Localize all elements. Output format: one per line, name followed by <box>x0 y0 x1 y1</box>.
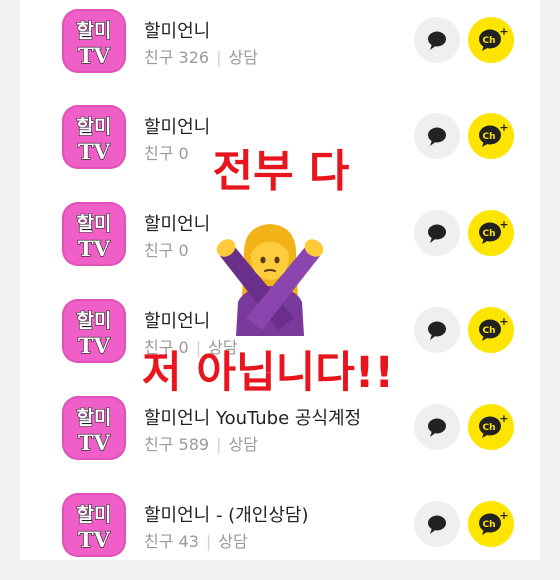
svg-text:할미: 할미 <box>77 115 112 138</box>
consult-label: 상담 <box>228 435 258 454</box>
chat-button[interactable] <box>414 501 460 547</box>
svg-text:+: + <box>499 509 508 522</box>
consult-label: 상담 <box>228 48 258 67</box>
friend-meta: 친구 326 | 상담 <box>144 44 258 68</box>
channel-add-button[interactable]: Ch + <box>468 501 514 547</box>
chat-bubble-icon <box>428 31 446 50</box>
list-item[interactable]: 할미 TV 할미언니 - (개인상담) 친구 43 | 상담 Ch + <box>20 484 540 580</box>
svg-text:할미: 할미 <box>77 212 112 235</box>
svg-text:Ch: Ch <box>482 326 495 336</box>
friend-count: 친구 326 <box>144 48 210 67</box>
halmi-tv-logo-icon: 할미 TV <box>76 502 112 552</box>
svg-text:+: + <box>499 25 508 38</box>
channel-add-button[interactable]: Ch + <box>468 404 514 450</box>
channel-logo: 할미 TV <box>62 299 126 363</box>
svg-text:TV: TV <box>78 333 111 358</box>
channel-add-icon: Ch + <box>479 121 509 147</box>
halmi-tv-logo-icon: 할미 TV <box>76 211 112 261</box>
overlay-caption-top: 전부 다 <box>212 146 350 197</box>
svg-text:Ch: Ch <box>482 132 495 142</box>
chat-bubble-icon <box>428 127 446 146</box>
chat-button[interactable] <box>414 113 460 159</box>
channel-logo: 할미 TV <box>62 396 126 460</box>
consult-label: 상담 <box>218 532 248 551</box>
friend-name: 할미언니 <box>144 117 211 138</box>
channel-add-icon: Ch + <box>479 412 509 438</box>
svg-text:TV: TV <box>78 236 111 261</box>
channel-add-button[interactable]: Ch + <box>468 113 514 159</box>
friend-meta: 친구 43 | 상담 <box>144 528 248 552</box>
chat-button[interactable] <box>414 17 460 63</box>
friend-name: 할미언니 - (개인상담) <box>144 505 309 526</box>
friend-name: 할미언니 <box>144 214 211 235</box>
svg-text:할미: 할미 <box>77 406 112 429</box>
meta-divider: | <box>216 435 222 454</box>
svg-text:할미: 할미 <box>77 503 112 526</box>
svg-text:TV: TV <box>78 139 111 164</box>
chat-button[interactable] <box>414 404 460 450</box>
channel-logo: 할미 TV <box>62 202 126 266</box>
friend-name: 할미언니 YouTube 공식계정 <box>144 408 362 429</box>
svg-text:Ch: Ch <box>482 520 495 530</box>
halmi-tv-logo-icon: 할미 TV <box>76 114 112 164</box>
friend-meta: 친구 589 | 상담 <box>144 431 258 455</box>
halmi-tv-logo-icon: 할미 TV <box>76 405 112 455</box>
svg-text:+: + <box>499 218 508 231</box>
channel-add-icon: Ch + <box>479 315 509 341</box>
svg-text:+: + <box>499 121 508 134</box>
channel-add-button[interactable]: Ch + <box>468 17 514 63</box>
svg-text:TV: TV <box>78 430 111 455</box>
svg-text:Ch: Ch <box>482 423 495 433</box>
meta-divider: | <box>205 532 212 551</box>
meta-divider: | <box>216 48 222 67</box>
list-item[interactable]: 할미 TV 할미언니 친구 326 | 상담 Ch + <box>20 0 540 96</box>
channel-add-icon: Ch + <box>479 218 509 244</box>
friend-meta: 친구 0 <box>144 140 189 164</box>
channel-logo: 할미 TV <box>62 9 126 73</box>
chat-bubble-icon <box>428 224 446 243</box>
friend-name: 할미언니 <box>144 311 211 332</box>
channel-add-button[interactable]: Ch + <box>468 210 514 256</box>
friend-name: 할미언니 <box>144 21 211 42</box>
chat-bubble-icon <box>428 418 446 437</box>
svg-text:할미: 할미 <box>77 19 112 42</box>
channel-add-icon: Ch + <box>479 25 509 51</box>
no-gesture-woman-emoji <box>216 224 324 336</box>
svg-text:TV: TV <box>78 43 111 68</box>
friend-count: 친구 0 <box>144 144 189 163</box>
svg-text:Ch: Ch <box>482 36 495 46</box>
svg-text:+: + <box>499 315 508 328</box>
friend-count: 친구 589 <box>144 435 210 454</box>
friend-count: 친구 0 <box>144 241 189 260</box>
halmi-tv-logo-icon: 할미 TV <box>76 308 112 358</box>
friend-count: 친구 43 <box>144 532 199 551</box>
list-item[interactable]: 할미 TV 할미언니 YouTube 공식계정 친구 589 | 상담 Ch + <box>20 387 540 483</box>
svg-text:Ch: Ch <box>482 229 495 239</box>
channel-logo: 할미 TV <box>62 493 126 557</box>
overlay-caption-bottom: 저 아닙니다!! <box>142 348 394 398</box>
channel-logo: 할미 TV <box>62 105 126 169</box>
svg-text:+: + <box>499 412 508 425</box>
chat-button[interactable] <box>414 210 460 256</box>
friend-meta: 친구 0 <box>144 237 189 261</box>
svg-text:할미: 할미 <box>77 309 112 332</box>
channel-add-button[interactable]: Ch + <box>468 307 514 353</box>
halmi-tv-logo-icon: 할미 TV <box>76 18 112 68</box>
chat-button[interactable] <box>414 307 460 353</box>
svg-text:TV: TV <box>78 527 111 552</box>
chat-bubble-icon <box>428 321 446 340</box>
channel-add-icon: Ch + <box>479 509 509 535</box>
chat-bubble-icon <box>428 515 446 534</box>
